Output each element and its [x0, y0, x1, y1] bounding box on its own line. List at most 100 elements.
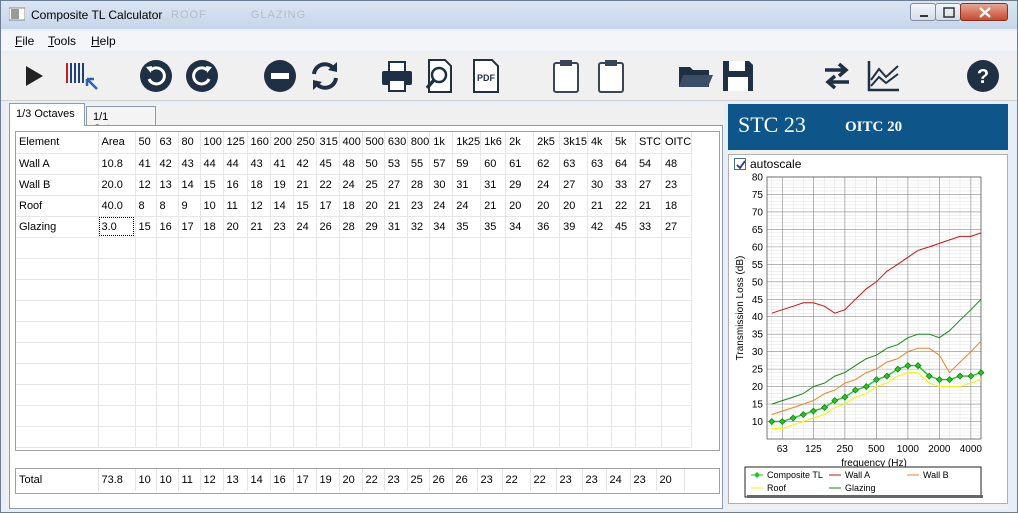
chart-button[interactable] — [864, 57, 902, 95]
empty-cell[interactable] — [135, 279, 157, 301]
empty-cell[interactable] — [270, 258, 294, 280]
table-cell[interactable]: 16 — [223, 174, 248, 196]
table-cell[interactable]: 43 — [247, 153, 271, 175]
table-cell[interactable]: 21 — [247, 216, 271, 238]
table-cell[interactable]: 14 — [270, 195, 294, 217]
empty-cell[interactable] — [362, 237, 385, 259]
empty-row[interactable] — [16, 342, 693, 364]
empty-cell[interactable] — [339, 321, 363, 343]
redo-button[interactable] — [183, 57, 221, 95]
table-cell[interactable]: 60 — [480, 153, 507, 175]
empty-cell[interactable] — [293, 384, 317, 406]
table-cell[interactable]: 54 — [635, 153, 662, 175]
table-cell[interactable]: 24 — [606, 469, 631, 491]
empty-cell[interactable] — [384, 321, 408, 343]
empty-cell[interactable] — [339, 300, 363, 322]
table-cell[interactable]: 12 — [135, 174, 157, 196]
table-cell[interactable]: 27 — [635, 174, 662, 196]
empty-cell[interactable] — [316, 321, 340, 343]
table-cell[interactable]: 59 — [452, 153, 482, 175]
empty-cell[interactable] — [16, 426, 99, 448]
empty-cell[interactable] — [452, 258, 482, 280]
empty-cell[interactable] — [559, 363, 588, 385]
table-cell[interactable]: 17 — [316, 195, 340, 217]
empty-cell[interactable] — [505, 279, 535, 301]
empty-cell[interactable] — [635, 426, 662, 448]
empty-cell[interactable] — [635, 300, 662, 322]
empty-cell[interactable] — [505, 237, 535, 259]
empty-cell[interactable] — [559, 426, 588, 448]
empty-cell[interactable] — [156, 363, 179, 385]
empty-cell[interactable] — [362, 279, 385, 301]
empty-cell[interactable] — [429, 300, 454, 322]
row-label-cell[interactable]: Total — [16, 469, 99, 491]
table-cell[interactable]: 21 — [293, 174, 317, 196]
empty-cell[interactable] — [339, 384, 363, 406]
empty-cell[interactable] — [178, 405, 201, 427]
empty-cell[interactable] — [98, 363, 136, 385]
empty-cell[interactable] — [661, 300, 693, 322]
empty-cell[interactable] — [178, 258, 201, 280]
empty-cell[interactable] — [452, 426, 482, 448]
table-cell[interactable]: 17 — [178, 216, 201, 238]
table-cell[interactable]: 16 — [156, 216, 179, 238]
empty-cell[interactable] — [200, 279, 224, 301]
empty-cell[interactable] — [533, 237, 561, 259]
table-cell[interactable]: 9 — [178, 195, 201, 217]
empty-cell[interactable] — [452, 279, 482, 301]
empty-cell[interactable] — [505, 405, 535, 427]
empty-cell[interactable] — [661, 426, 693, 448]
empty-cell[interactable] — [429, 426, 454, 448]
table-cell[interactable]: 57 — [429, 153, 454, 175]
empty-cell[interactable] — [429, 321, 454, 343]
empty-cell[interactable] — [362, 342, 385, 364]
table-cell[interactable]: 42 — [156, 153, 179, 175]
empty-row[interactable] — [16, 237, 693, 259]
empty-cell[interactable] — [452, 321, 482, 343]
table-cell[interactable]: 23 — [582, 469, 607, 491]
table-cell[interactable]: 20 — [339, 469, 363, 491]
empty-cell[interactable] — [247, 237, 271, 259]
empty-cell[interactable] — [247, 384, 271, 406]
table-cell[interactable]: 12 — [247, 195, 271, 217]
table-cell[interactable]: 30 — [429, 174, 454, 196]
empty-cell[interactable] — [200, 405, 224, 427]
table-cell[interactable]: 24 — [429, 195, 454, 217]
table-cell[interactable]: 22 — [316, 174, 340, 196]
empty-cell[interactable] — [635, 384, 662, 406]
table-cell[interactable]: 53 — [384, 153, 408, 175]
table-cell[interactable]: 15 — [293, 195, 317, 217]
table-cell[interactable]: 24 — [533, 174, 561, 196]
empty-cell[interactable] — [587, 342, 612, 364]
empty-cell[interactable] — [339, 279, 363, 301]
row-label-cell[interactable]: Wall A — [16, 153, 99, 175]
empty-cell[interactable] — [98, 321, 136, 343]
table-cell[interactable]: 21 — [480, 195, 507, 217]
empty-cell[interactable] — [533, 258, 561, 280]
empty-cell[interactable] — [223, 258, 248, 280]
empty-cell[interactable] — [223, 405, 248, 427]
empty-cell[interactable] — [293, 258, 317, 280]
table-cell[interactable]: 21 — [635, 195, 662, 217]
help-button[interactable]: ? — [964, 57, 1002, 95]
table-cell[interactable]: 41 — [135, 153, 157, 175]
empty-cell[interactable] — [362, 258, 385, 280]
empty-cell[interactable] — [505, 363, 535, 385]
table-cell[interactable]: 20 — [559, 195, 588, 217]
table-cell[interactable]: 23 — [407, 195, 431, 217]
empty-cell[interactable] — [316, 384, 340, 406]
empty-cell[interactable] — [452, 384, 482, 406]
empty-cell[interactable] — [135, 321, 157, 343]
menu-help[interactable]: Help — [91, 34, 116, 48]
empty-cell[interactable] — [316, 426, 340, 448]
table-cell[interactable]: 24 — [452, 195, 482, 217]
empty-cell[interactable] — [611, 300, 636, 322]
empty-cell[interactable] — [362, 405, 385, 427]
table-cell[interactable]: 41 — [270, 153, 294, 175]
empty-cell[interactable] — [635, 258, 662, 280]
empty-row[interactable] — [16, 258, 693, 280]
table-cell[interactable]: 21 — [587, 195, 612, 217]
empty-cell[interactable] — [156, 258, 179, 280]
empty-cell[interactable] — [661, 237, 693, 259]
table-cell[interactable]: 31 — [452, 174, 482, 196]
